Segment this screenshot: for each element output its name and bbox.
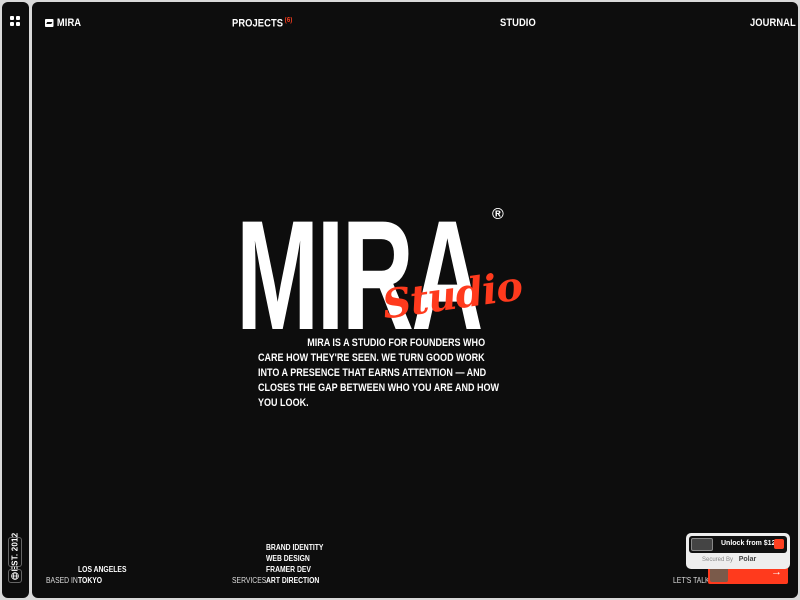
- side-rail: EST. 2012: [2, 2, 29, 598]
- main-panel: MIRA PROJECTS (6) STUDIO JOURNAL MIRA ® S…: [32, 2, 798, 598]
- services-values: BRAND IDENTITY WEB DESIGN FRAMER DEV ART…: [266, 542, 323, 586]
- polar-widget: Unlock from $129 Secured By Polar: [686, 533, 790, 569]
- nav-projects[interactable]: PROJECTS (6): [232, 17, 292, 30]
- intro-paragraph: MIRA IS A STUDIO FOR FOUNDERS WHO CARE H…: [258, 336, 504, 411]
- location-item: LOS ANGELES: [78, 565, 127, 574]
- unlock-button[interactable]: Unlock from $129: [689, 536, 787, 553]
- projects-count-badge: (6): [284, 17, 293, 24]
- based-in-values: LOS ANGELES TOKYO: [78, 564, 126, 586]
- logo-mark-icon: [45, 19, 54, 27]
- services-label: SERVICES: [232, 576, 267, 585]
- service-item: FRAMER DEV: [266, 565, 311, 574]
- logo-link[interactable]: MIRA: [45, 17, 81, 29]
- template-thumbnail: [691, 538, 713, 551]
- service-item: ART DIRECTION: [266, 576, 320, 585]
- secured-label: Secured By: [702, 557, 734, 563]
- unlock-label: Unlock from $129: [721, 540, 780, 547]
- registered-mark: ®: [492, 206, 504, 223]
- lets-talk-label: LET'S TALK: [673, 576, 710, 585]
- service-item: BRAND IDENTITY: [266, 543, 324, 552]
- logo-text: MIRA: [56, 17, 82, 29]
- grid-menu-icon[interactable]: [10, 16, 20, 26]
- nav-studio[interactable]: STUDIO: [500, 17, 536, 29]
- globe-icon[interactable]: [8, 569, 22, 583]
- polar-brand: Polar: [738, 556, 757, 563]
- nav-projects-label: PROJECTS: [232, 17, 284, 30]
- secured-by: Secured By Polar: [702, 556, 756, 563]
- nav-journal[interactable]: JOURNAL: [750, 17, 796, 29]
- based-in-label: BASED IN: [46, 576, 78, 585]
- location-item: TOKYO: [78, 576, 103, 585]
- template-icon: [774, 539, 784, 549]
- service-item: WEB DESIGN: [266, 554, 310, 563]
- established-badge: EST. 2012: [8, 533, 22, 571]
- established-label: EST. 2012: [10, 532, 20, 572]
- intro-text: MIRA IS A STUDIO FOR FOUNDERS WHO CARE H…: [258, 337, 500, 409]
